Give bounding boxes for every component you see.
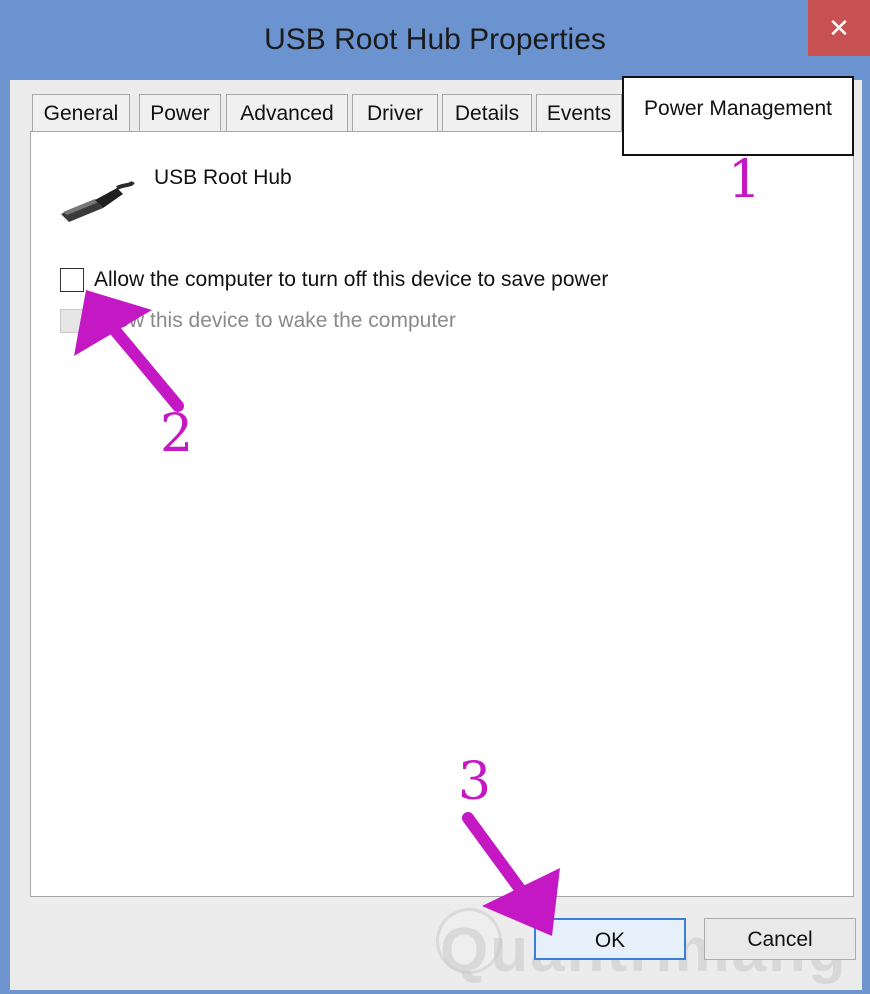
ok-button[interactable]: OK bbox=[534, 918, 686, 960]
tab-panel-power-management bbox=[30, 131, 854, 897]
tab-advanced[interactable]: Advanced bbox=[226, 94, 348, 132]
allow-turn-off-label[interactable]: Allow the computer to turn off this devi… bbox=[94, 268, 608, 292]
tab-driver[interactable]: Driver bbox=[352, 94, 438, 132]
allow-turn-off-checkbox[interactable] bbox=[60, 268, 84, 292]
cancel-button[interactable]: Cancel bbox=[704, 918, 856, 960]
annotation-step-2: 2 bbox=[160, 404, 194, 464]
title-bar: USB Root Hub Properties ✕ bbox=[0, 0, 870, 80]
tab-details[interactable]: Details bbox=[442, 94, 532, 132]
annotation-step-3: 3 bbox=[458, 752, 492, 812]
tab-general[interactable]: General bbox=[32, 94, 130, 132]
allow-wake-checkbox[interactable] bbox=[60, 309, 84, 333]
close-button[interactable]: ✕ bbox=[808, 0, 870, 56]
window-title: USB Root Hub Properties bbox=[264, 23, 606, 56]
tab-power-management[interactable]: Power Management bbox=[622, 76, 854, 156]
tab-events[interactable]: Events bbox=[536, 94, 622, 132]
usb-plug-icon bbox=[55, 178, 135, 229]
annotation-step-1: 1 bbox=[728, 150, 762, 210]
device-name: USB Root Hub bbox=[154, 166, 292, 189]
tab-power[interactable]: Power bbox=[139, 94, 221, 132]
allow-wake-label: Allow this device to wake the computer bbox=[94, 309, 456, 332]
properties-window: USB Root Hub Properties ✕ General Power … bbox=[0, 0, 870, 994]
